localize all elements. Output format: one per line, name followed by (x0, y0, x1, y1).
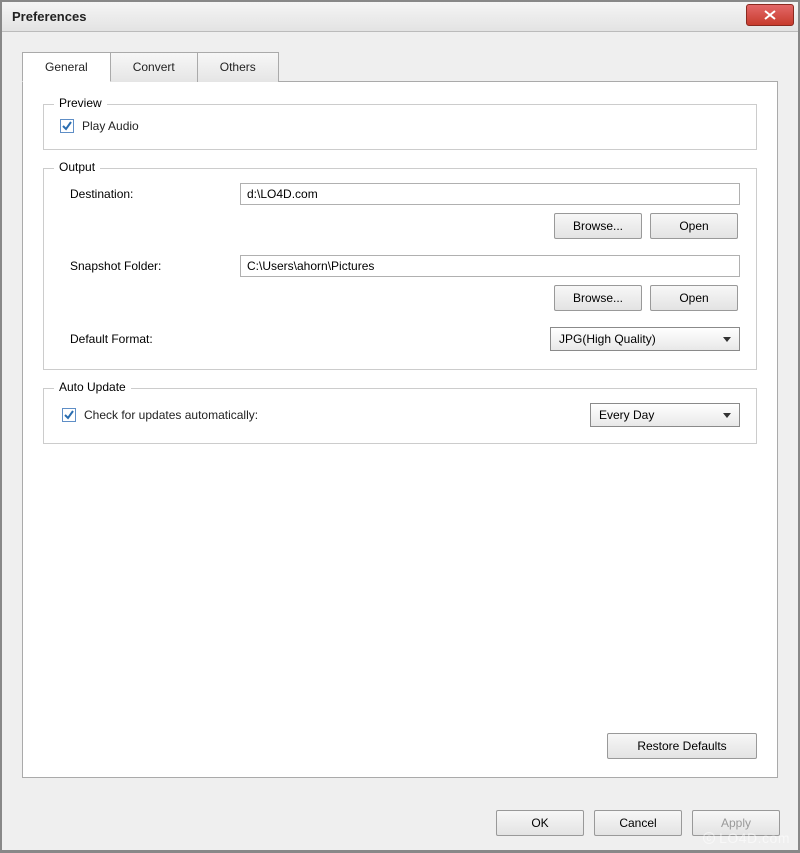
snapshot-open-button[interactable]: Open (650, 285, 738, 311)
titlebar: Preferences (2, 2, 798, 32)
destination-open-button[interactable]: Open (650, 213, 738, 239)
tab-general[interactable]: General (22, 52, 111, 82)
default-format-label: Default Format: (60, 332, 240, 346)
cancel-button[interactable]: Cancel (594, 810, 682, 836)
window-title: Preferences (12, 9, 86, 24)
tab-strip: General Convert Others (22, 52, 778, 82)
destination-browse-button[interactable]: Browse... (554, 213, 642, 239)
snapshot-label: Snapshot Folder: (60, 259, 240, 273)
destination-label: Destination: (60, 187, 240, 201)
checkmark-icon (64, 410, 74, 420)
restore-defaults-button[interactable]: Restore Defaults (607, 733, 757, 759)
preview-legend: Preview (54, 96, 107, 110)
checkmark-icon (62, 121, 72, 131)
play-audio-label: Play Audio (82, 119, 139, 133)
close-icon (764, 10, 776, 20)
destination-input[interactable] (240, 183, 740, 205)
check-updates-checkbox[interactable] (62, 408, 76, 422)
ok-button[interactable]: OK (496, 810, 584, 836)
output-group: Output Destination: Browse... Open Snaps… (43, 168, 757, 370)
update-interval-select[interactable]: Every Day (590, 403, 740, 427)
snapshot-browse-button[interactable]: Browse... (554, 285, 642, 311)
default-format-select[interactable]: JPG(High Quality) (550, 327, 740, 351)
apply-button[interactable]: Apply (692, 810, 780, 836)
update-interval-value: Every Day (599, 408, 654, 422)
snapshot-input[interactable] (240, 255, 740, 277)
play-audio-checkbox[interactable] (60, 119, 74, 133)
dialog-footer: OK Cancel Apply (2, 798, 798, 850)
default-format-value: JPG(High Quality) (559, 332, 656, 346)
tab-others[interactable]: Others (197, 52, 279, 82)
tab-convert[interactable]: Convert (110, 52, 198, 82)
preview-group: Preview Play Audio (43, 104, 757, 150)
content-area: General Convert Others Preview Play Audi… (2, 32, 798, 798)
check-updates-label: Check for updates automatically: (84, 408, 258, 422)
close-button[interactable] (746, 4, 794, 26)
output-legend: Output (54, 160, 100, 174)
autoupdate-group: Auto Update Check for updates automatica… (43, 388, 757, 444)
autoupdate-legend: Auto Update (54, 380, 131, 394)
preferences-window: Preferences General Convert Others Previ… (1, 1, 799, 851)
tab-panel-general: Preview Play Audio Output Destination: (22, 81, 778, 778)
